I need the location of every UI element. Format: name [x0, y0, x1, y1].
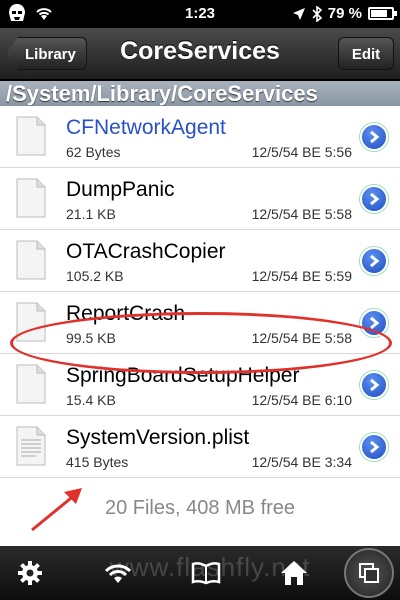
disclosure-button[interactable] [360, 371, 388, 399]
file-row[interactable]: DumpPanic 21.1 KB 12/5/54 BE 5:58 [0, 168, 400, 230]
windows-icon [359, 563, 379, 583]
document-icon [16, 240, 46, 280]
file-row[interactable]: SystemVersion.plist 415 Bytes 12/5/54 BE 3… [0, 416, 400, 478]
chevron-right-icon [370, 378, 380, 392]
document-icon [16, 302, 46, 342]
file-date: 12/5/54 BE 3:34 [251, 454, 352, 470]
status-bar: 1:23 79 % [0, 0, 400, 28]
file-name: ReportCrash [66, 302, 186, 325]
file-date: 12/5/54 BE 6:10 [251, 392, 352, 408]
multitask-button[interactable] [344, 548, 394, 598]
disclosure-button[interactable] [360, 123, 388, 151]
edit-button[interactable]: Edit [338, 37, 394, 70]
document-icon [16, 426, 46, 466]
file-row[interactable]: OTACrashCopier 105.2 KB 12/5/54 BE 5:59 [0, 230, 400, 292]
file-size: 15.4 KB [66, 392, 116, 408]
chevron-right-icon [370, 254, 380, 268]
file-count-footer: 20 Files, 408 MB free [104, 497, 296, 519]
watermark-text: www.flashfly.net [110, 552, 311, 582]
file-row[interactable]: ReportCrash 99.5 KB 12/5/54 BE 5:58 [0, 292, 400, 354]
file-name: DumpPanic [66, 178, 175, 201]
file-size: 21.1 KB [66, 206, 116, 222]
disclosure-button[interactable] [360, 309, 388, 337]
file-name: SpringBoardSetupHelper [66, 364, 300, 387]
file-size: 62 Bytes [66, 144, 121, 160]
settings-tab[interactable] [10, 556, 50, 590]
navigation-bar: Library CoreServices Edit [0, 28, 400, 80]
file-size: 99.5 KB [66, 330, 116, 346]
disclosure-button[interactable] [360, 185, 388, 213]
file-date: 12/5/54 BE 5:59 [251, 268, 352, 284]
gear-icon [18, 561, 42, 585]
document-icon [16, 116, 46, 156]
chevron-right-icon [370, 192, 380, 206]
disclosure-button[interactable] [360, 433, 388, 461]
file-date: 12/5/54 BE 5:56 [251, 144, 352, 160]
chevron-right-icon [370, 440, 380, 454]
bluetooth-icon [312, 5, 322, 22]
battery-icon [368, 7, 397, 20]
disclosure-button[interactable] [360, 247, 388, 275]
file-row[interactable]: SpringBoardSetupHelper 15.4 KB 12/5/54 BE … [0, 354, 400, 416]
path-breadcrumb: /System/Library/CoreServices [0, 81, 400, 106]
chevron-right-icon [370, 130, 380, 144]
file-date: 12/5/54 BE 5:58 [251, 206, 352, 222]
file-size: 415 Bytes [66, 454, 129, 470]
location-icon [292, 7, 305, 20]
file-name: SystemVersion.plist [66, 426, 250, 449]
file-name: CFNetworkAgent [66, 116, 226, 139]
battery-percent: 79 % [327, 5, 362, 22]
file-date: 12/5/54 BE 5:58 [251, 330, 352, 346]
file-size: 105.2 KB [66, 268, 124, 284]
file-name: OTACrashCopier [66, 240, 226, 263]
document-icon [16, 178, 46, 218]
file-row[interactable]: CFNetworkAgent 62 Bytes 12/5/54 BE 5:56 [0, 106, 400, 168]
chevron-right-icon [370, 316, 380, 330]
document-icon [16, 364, 46, 404]
